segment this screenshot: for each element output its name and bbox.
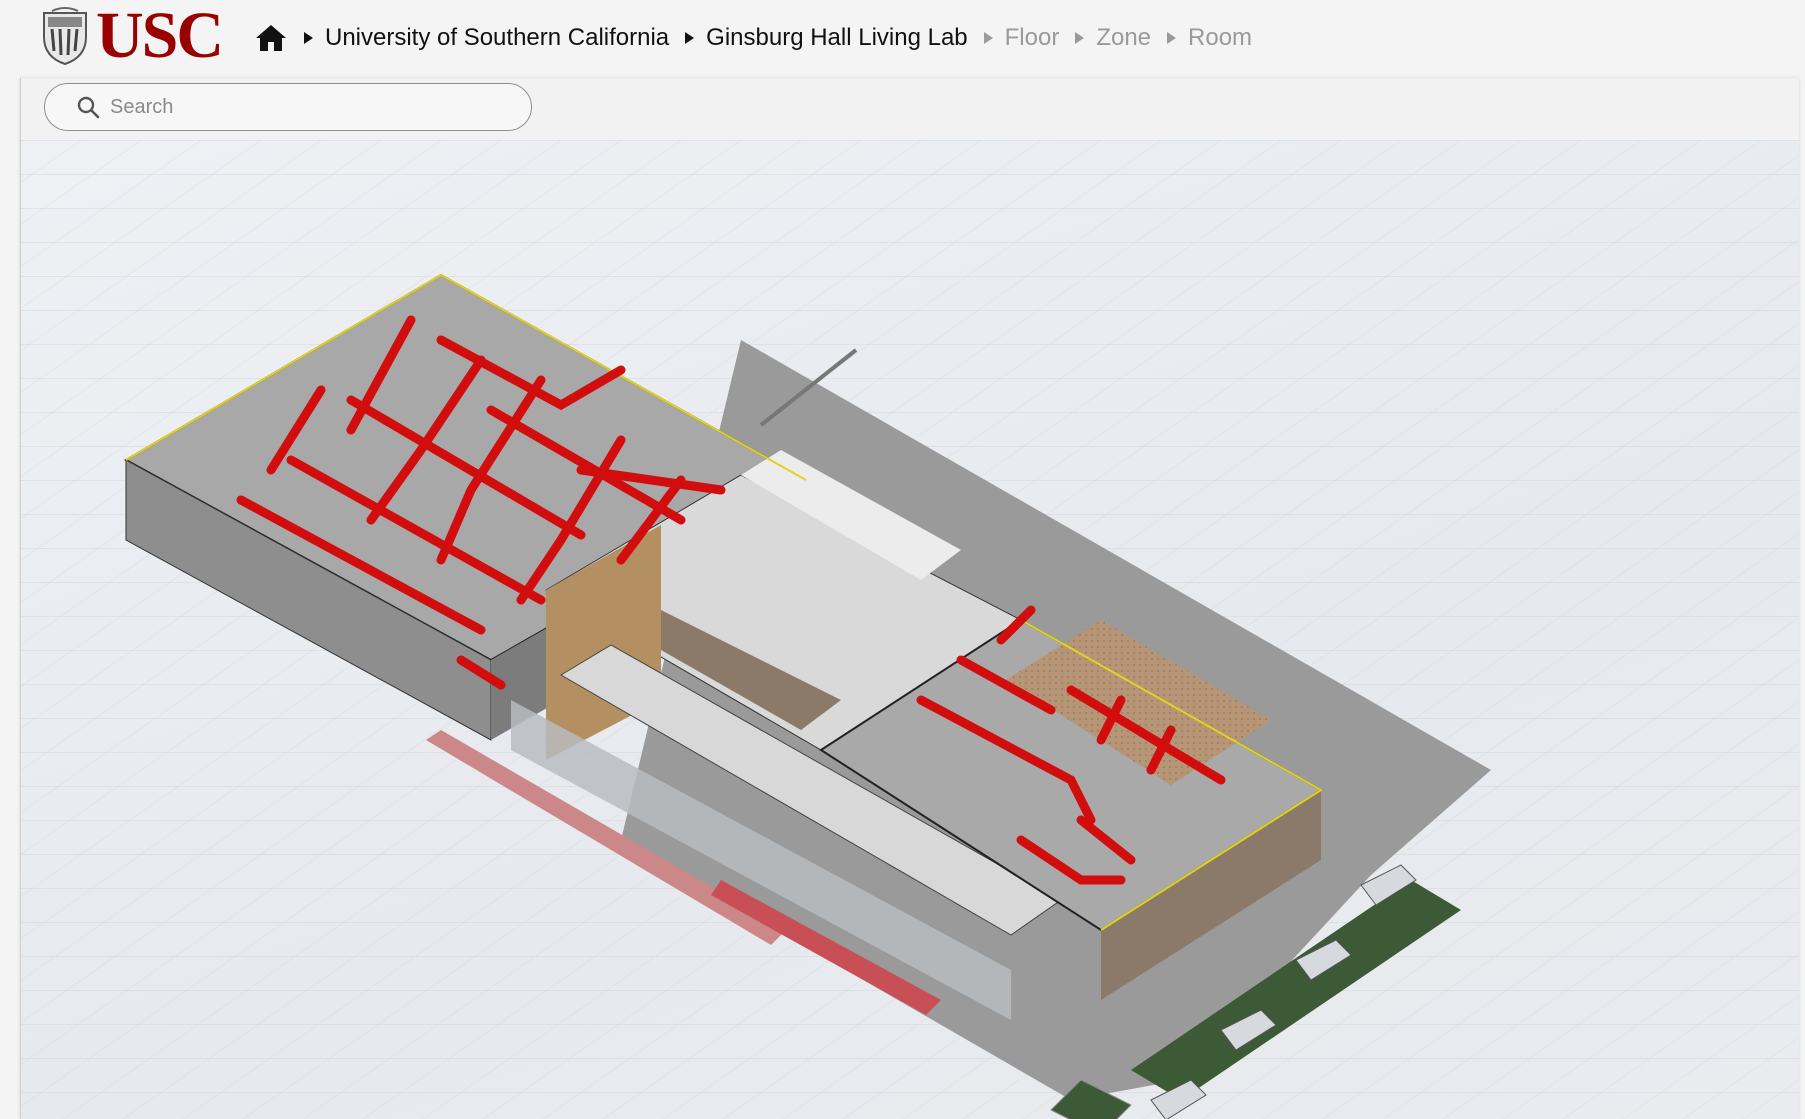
main-panel	[20, 78, 1799, 1119]
breadcrumb-room[interactable]: Room	[1188, 24, 1252, 52]
breadcrumb-separator	[1075, 32, 1085, 44]
search-input[interactable]	[108, 94, 492, 120]
3d-model-viewport[interactable]	[21, 140, 1799, 1119]
breadcrumb-floor[interactable]: Floor	[1005, 24, 1060, 52]
top-header: USC University of Southern California Gi…	[0, 0, 1805, 76]
breadcrumb-building[interactable]: Ginsburg Hall Living Lab	[706, 24, 967, 52]
search-icon	[77, 96, 100, 119]
usc-wordmark: USC	[96, 0, 224, 72]
usc-shield-logo	[43, 7, 87, 65]
breadcrumb-separator	[1167, 32, 1177, 44]
usc-logo[interactable]: USC	[40, 0, 224, 72]
breadcrumb-separator	[685, 32, 695, 44]
breadcrumb-university[interactable]: University of Southern California	[325, 24, 669, 52]
breadcrumb: University of Southern California Ginsbu…	[254, 16, 1252, 60]
search-box[interactable]	[44, 83, 532, 131]
breadcrumb-separator	[983, 32, 993, 44]
building-model-render[interactable]	[21, 140, 1799, 1119]
breadcrumb-zone[interactable]: Zone	[1096, 24, 1151, 52]
search-toolbar	[21, 78, 1799, 140]
breadcrumb-separator	[304, 32, 313, 44]
home-icon[interactable]	[254, 22, 288, 54]
